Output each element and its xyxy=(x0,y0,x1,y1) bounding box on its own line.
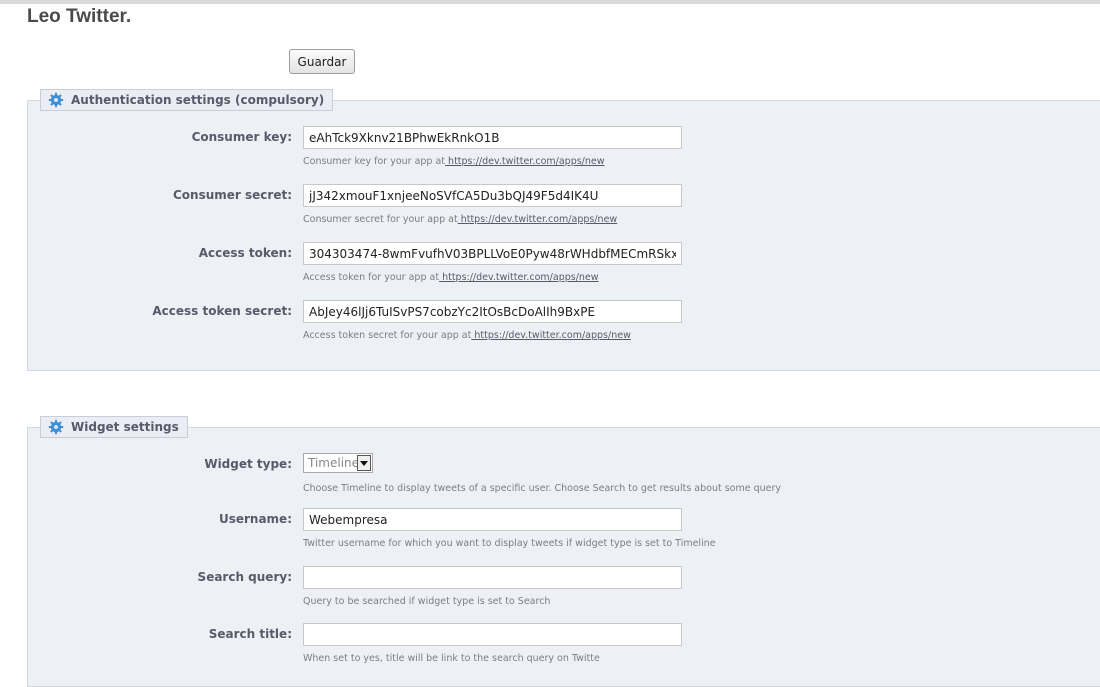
consumer-key-input[interactable] xyxy=(303,126,682,149)
widget-type-label: Widget type: xyxy=(204,457,292,471)
widget-type-help: Choose Timeline to display tweets of a s… xyxy=(303,483,782,494)
widget-settings-legend-text: Widget settings xyxy=(71,420,179,434)
page-title: Leo Twitter. xyxy=(27,6,132,27)
access-token-secret-help-text: Access token secret for your app at xyxy=(303,330,472,341)
triangle-down-icon[interactable] xyxy=(357,455,371,471)
search-title-input[interactable] xyxy=(303,623,682,646)
access-token-input[interactable] xyxy=(303,242,682,265)
consumer-key-help: Consumer key for your app at https://dev… xyxy=(303,156,605,167)
consumer-secret-help-link[interactable]: https://dev.twitter.com/apps/new xyxy=(458,214,617,225)
gear-icon xyxy=(48,419,64,435)
search-query-row: Search query: Query to be searched if wi… xyxy=(28,566,1100,607)
search-query-help: Query to be searched if widget type is s… xyxy=(303,596,551,607)
search-title-help: When set to yes, title will be link to t… xyxy=(303,653,600,664)
consumer-key-help-link[interactable]: https://dev.twitter.com/apps/new xyxy=(445,156,604,167)
access-token-help-link[interactable]: https://dev.twitter.com/apps/new xyxy=(439,272,598,283)
access-token-secret-label: Access token secret: xyxy=(152,304,292,318)
username-input[interactable] xyxy=(303,508,682,531)
consumer-secret-input[interactable] xyxy=(303,184,682,207)
access-token-secret-row: Access token secret: Access token secret… xyxy=(28,300,1100,341)
consumer-secret-row: Consumer secret: Consumer secret for you… xyxy=(28,184,1100,225)
consumer-secret-label: Consumer secret: xyxy=(172,188,292,202)
consumer-key-row: Consumer key: Consumer key for your app … xyxy=(28,126,1100,167)
auth-settings-legend-text: Authentication settings (compulsory) xyxy=(71,93,325,107)
gear-icon xyxy=(48,92,64,108)
consumer-key-help-text: Consumer key for your app at xyxy=(303,156,446,167)
access-token-secret-help: Access token secret for your app at http… xyxy=(303,330,631,341)
widget-type-selected-value: Timeline xyxy=(308,456,357,470)
top-border xyxy=(0,0,1100,4)
widget-settings-panel: Widget settings Widget type: Timeline Ch… xyxy=(27,416,1100,687)
access-token-label: Access token: xyxy=(198,246,292,260)
save-button[interactable]: Guardar xyxy=(289,49,355,74)
username-help: Twitter username for which you want to d… xyxy=(303,538,716,549)
username-row: Username: Twitter username for which you… xyxy=(28,508,1100,549)
consumer-secret-help: Consumer secret for your app at https://… xyxy=(303,214,617,225)
access-token-secret-input[interactable] xyxy=(303,300,682,323)
auth-settings-panel: Authentication settings (compulsory) Con… xyxy=(27,89,1100,371)
widget-type-select[interactable]: Timeline xyxy=(303,453,373,473)
access-token-row: Access token: Access token for your app … xyxy=(28,242,1100,283)
search-query-label: Search query: xyxy=(197,570,292,584)
search-query-input[interactable] xyxy=(303,566,682,589)
consumer-secret-help-text: Consumer secret for your app at xyxy=(303,214,458,225)
search-title-row: Search title: When set to yes, title wil… xyxy=(28,623,1100,664)
widget-settings-legend: Widget settings xyxy=(40,416,188,438)
search-title-label: Search title: xyxy=(208,627,292,641)
widget-type-row: Widget type: Timeline Choose Timeline to… xyxy=(28,453,1100,494)
access-token-help-text: Access token for your app at xyxy=(303,272,440,283)
consumer-key-label: Consumer key: xyxy=(191,130,292,144)
access-token-secret-help-link[interactable]: https://dev.twitter.com/apps/new xyxy=(471,330,630,341)
auth-settings-legend: Authentication settings (compulsory) xyxy=(40,89,334,111)
username-label: Username: xyxy=(218,512,292,526)
access-token-help: Access token for your app at https://dev… xyxy=(303,272,599,283)
